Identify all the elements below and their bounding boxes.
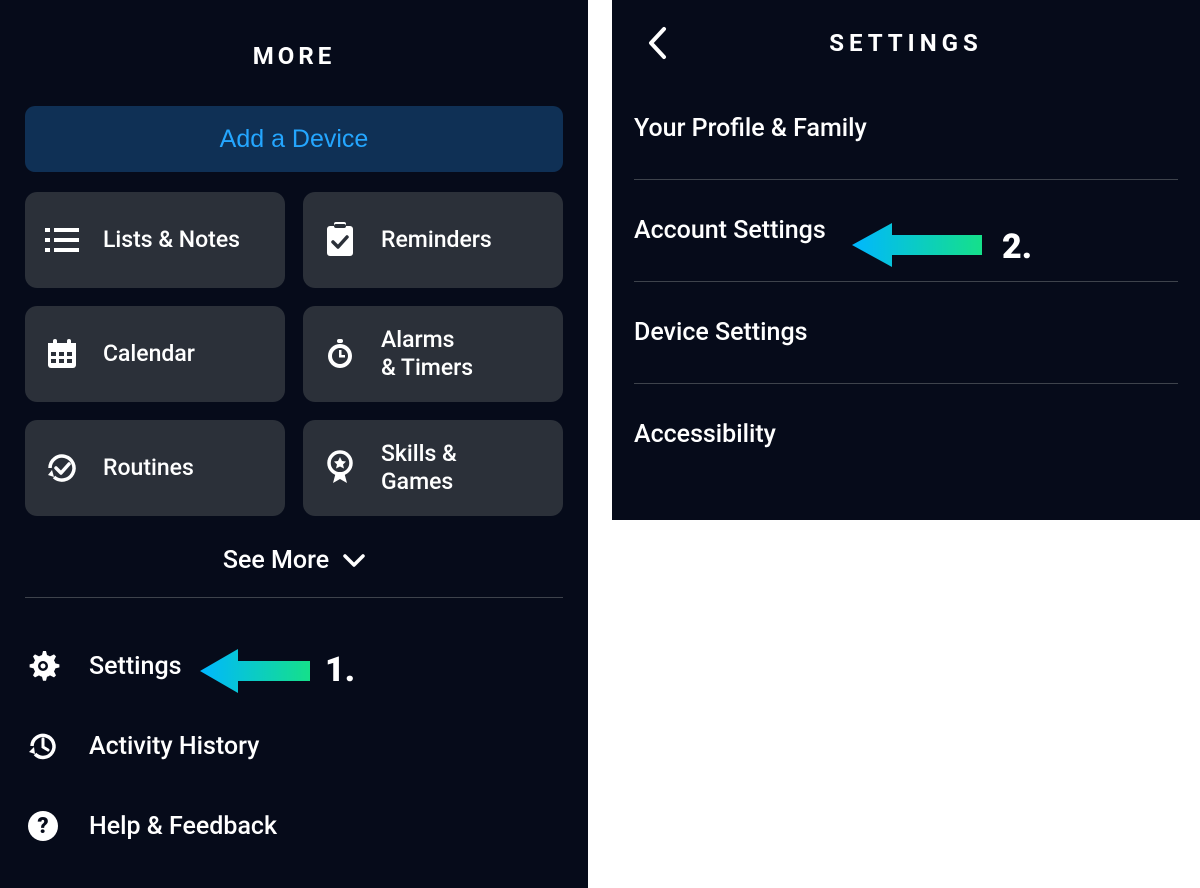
menu-label: Help & Feedback — [89, 812, 277, 841]
add-device-button[interactable]: Add a Device — [25, 106, 563, 172]
settings-label: Device Settings — [634, 318, 808, 347]
svg-text:?: ? — [37, 814, 48, 839]
tile-calendar[interactable]: Calendar — [25, 306, 285, 402]
menu-item-activity-history[interactable]: Activity History — [25, 712, 563, 780]
tile-label: Routines — [103, 454, 194, 482]
more-panel: MORE Add a Device Lists & Notes — [0, 0, 588, 888]
tile-reminders[interactable]: Reminders — [303, 192, 563, 288]
menu-label: Activity History — [89, 732, 259, 761]
alarm-icon — [321, 335, 359, 373]
settings-item-account-settings[interactable]: Account Settings — [634, 180, 1178, 282]
skills-icon — [321, 449, 359, 487]
tile-skills-games[interactable]: Skills & Games — [303, 420, 563, 516]
settings-label: Account Settings — [634, 216, 826, 245]
settings-label: Your Profile & Family — [634, 114, 867, 143]
see-more-button[interactable]: See More — [25, 546, 563, 575]
chevron-down-icon — [343, 546, 365, 575]
gear-icon — [25, 648, 61, 684]
back-button[interactable] — [640, 21, 674, 65]
calendar-icon — [43, 335, 81, 373]
menu-item-settings[interactable]: Settings — [25, 632, 563, 700]
settings-item-device-settings[interactable]: Device Settings — [634, 282, 1178, 384]
history-icon — [25, 728, 61, 764]
tile-alarms-timers[interactable]: Alarms & Timers — [303, 306, 563, 402]
tile-label: Reminders — [381, 226, 492, 254]
see-more-label: See More — [223, 546, 329, 575]
settings-panel: SETTINGS Your Profile & Family Account S… — [612, 0, 1200, 520]
tile-label: Lists & Notes — [103, 226, 240, 254]
tile-label: Skills & Games — [381, 440, 457, 495]
settings-item-profile-family[interactable]: Your Profile & Family — [634, 78, 1178, 180]
tile-routines[interactable]: Routines — [25, 420, 285, 516]
tile-label: Calendar — [103, 340, 195, 368]
routines-icon — [43, 449, 81, 487]
chevron-left-icon — [647, 26, 667, 60]
menu-item-help-feedback[interactable]: ? Help & Feedback — [25, 792, 563, 860]
help-icon: ? — [25, 808, 61, 844]
tile-lists-notes[interactable]: Lists & Notes — [25, 192, 285, 288]
clipboard-check-icon — [321, 221, 359, 259]
page-title-settings: SETTINGS — [829, 29, 983, 57]
tile-label: Alarms & Timers — [381, 326, 473, 381]
tile-grid: Lists & Notes Reminders — [25, 192, 563, 516]
settings-label: Accessibility — [634, 420, 776, 449]
menu-label: Settings — [89, 652, 182, 681]
settings-header: SETTINGS — [634, 8, 1178, 78]
settings-item-accessibility[interactable]: Accessibility — [634, 384, 1178, 485]
divider — [25, 597, 563, 598]
list-icon — [43, 221, 81, 259]
page-title-more: MORE — [25, 42, 563, 70]
